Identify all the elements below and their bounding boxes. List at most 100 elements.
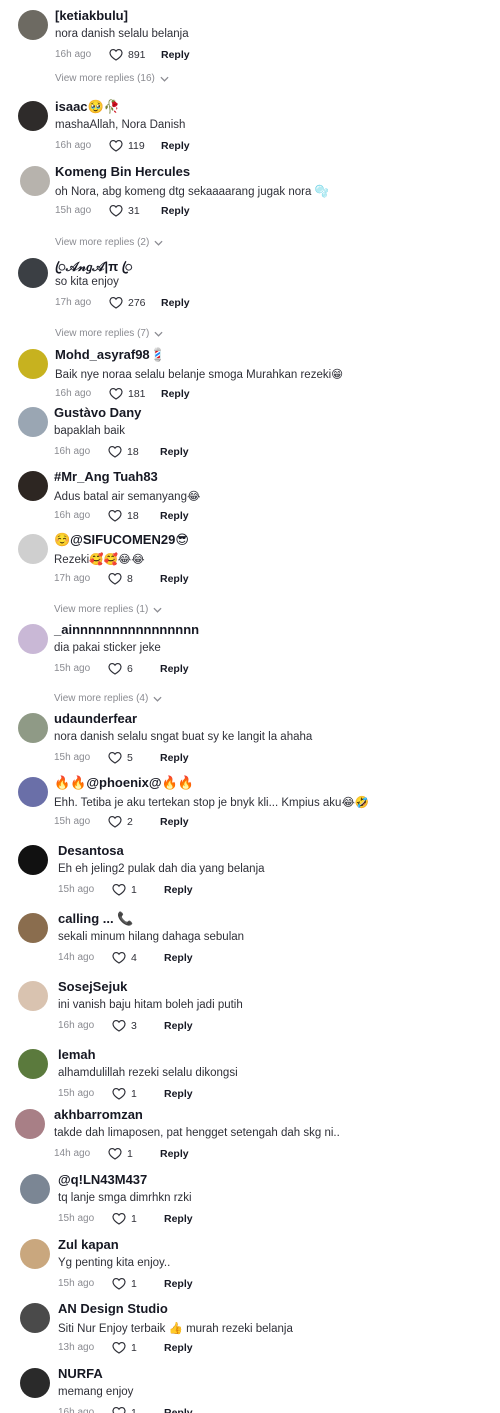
comment-timestamp: 15h ago [58, 1088, 95, 1099]
comment-username[interactable]: Zul kapan [58, 1237, 119, 1252]
reply-button[interactable]: Reply [160, 752, 189, 764]
comment-meta: 15h ago 5 Reply [54, 751, 189, 764]
like-button[interactable]: 276 [109, 296, 161, 309]
comment-username[interactable]: isaac🥹🥀 [55, 99, 120, 115]
reply-button[interactable]: Reply [164, 1020, 193, 1032]
view-more-replies-button[interactable]: View more replies (4) [54, 693, 162, 704]
avatar[interactable] [15, 1109, 45, 1139]
like-button[interactable]: 5 [108, 751, 160, 764]
heart-icon [109, 296, 123, 309]
reply-button[interactable]: Reply [160, 816, 189, 828]
avatar[interactable] [18, 777, 48, 807]
avatar[interactable] [20, 1368, 50, 1398]
reply-button[interactable]: Reply [160, 510, 189, 522]
avatar[interactable] [18, 624, 48, 654]
comment-timestamp: 16h ago [54, 446, 91, 457]
view-more-replies-button[interactable]: View more replies (16) [55, 73, 169, 84]
chevron-down-icon [160, 76, 169, 82]
like-button[interactable]: 1 [112, 883, 164, 896]
avatar[interactable] [18, 981, 48, 1011]
avatar[interactable] [18, 258, 48, 288]
reply-button[interactable]: Reply [161, 205, 190, 217]
comment-timestamp: 16h ago [58, 1020, 95, 1031]
like-button[interactable]: 31 [109, 204, 161, 217]
reply-button[interactable]: Reply [161, 388, 190, 400]
reply-button[interactable]: Reply [161, 140, 190, 152]
view-more-replies-button[interactable]: View more replies (2) [55, 237, 163, 248]
like-button[interactable]: 1 [112, 1277, 164, 1290]
like-button[interactable]: 8 [108, 572, 160, 585]
comment-username[interactable]: ☺️@SIFUCOMEN29😎 [54, 532, 189, 548]
like-button[interactable]: 891 [109, 48, 161, 61]
avatar[interactable] [18, 349, 48, 379]
reply-button[interactable]: Reply [160, 573, 189, 585]
comment-username[interactable]: Desantosa [58, 843, 124, 858]
reply-button[interactable]: Reply [164, 952, 193, 964]
comment-username[interactable]: 🔥🔥@phoenix@🔥🔥 [54, 775, 194, 791]
avatar[interactable] [18, 407, 48, 437]
like-button[interactable]: 1 [108, 1147, 160, 1160]
comment-username[interactable]: SosejSejuk [58, 979, 127, 994]
reply-button[interactable]: Reply [161, 297, 190, 309]
comment-username[interactable]: AN Design Studio [58, 1301, 168, 1316]
comment-item: ꦿ𝒜𝓃𝑔𝒜|π ꦿ so kita enjoy 17h ago 276 Reply [0, 256, 500, 316]
reply-button[interactable]: Reply [164, 1088, 193, 1100]
view-more-replies-button[interactable]: View more replies (7) [55, 328, 163, 339]
heart-icon [108, 1147, 122, 1160]
comment-username[interactable]: Komeng Bin Hercules [55, 164, 190, 179]
reply-button[interactable]: Reply [161, 49, 190, 61]
comment-text: alhamdulillah rezeki selalu dikongsi [58, 1067, 238, 1079]
comment-username[interactable]: Gustàvo Dany [54, 405, 141, 420]
like-button[interactable]: 6 [108, 662, 160, 675]
comment-timestamp: 15h ago [54, 752, 91, 763]
reply-button[interactable]: Reply [164, 1407, 193, 1413]
like-button[interactable]: 2 [108, 815, 160, 828]
comment-username[interactable]: @q!LN43M437 [58, 1172, 147, 1187]
comment-username[interactable]: calling ... 📞 [58, 911, 133, 927]
comment-username[interactable]: [ketiakbulu] [55, 8, 128, 23]
comment-username[interactable]: udaunderfear [54, 711, 137, 726]
like-button[interactable]: 1 [112, 1406, 164, 1413]
reply-button[interactable]: Reply [164, 1342, 193, 1354]
reply-button[interactable]: Reply [164, 1213, 193, 1225]
avatar[interactable] [18, 101, 48, 131]
like-button[interactable]: 4 [112, 951, 164, 964]
avatar[interactable] [18, 913, 48, 943]
like-button[interactable]: 18 [108, 509, 160, 522]
reply-button[interactable]: Reply [164, 1278, 193, 1290]
avatar[interactable] [18, 534, 48, 564]
comment-username[interactable]: #Mr_Ang Tuah83 [54, 469, 158, 484]
avatar[interactable] [20, 1239, 50, 1269]
reply-button[interactable]: Reply [160, 1148, 189, 1160]
reply-button[interactable]: Reply [160, 446, 189, 458]
like-button[interactable]: 1 [112, 1212, 164, 1225]
avatar[interactable] [18, 471, 48, 501]
comment-username[interactable]: akhbarromzan [54, 1107, 143, 1122]
avatar[interactable] [18, 713, 48, 743]
comment-item: akhbarromzan takde dah limaposen, pat hen… [0, 1107, 500, 1167]
heart-icon [108, 751, 122, 764]
like-count: 2 [127, 815, 133, 828]
like-button[interactable]: 181 [109, 387, 161, 400]
like-button[interactable]: 18 [108, 445, 160, 458]
heart-icon [112, 1277, 126, 1290]
reply-button[interactable]: Reply [164, 884, 193, 896]
avatar[interactable] [18, 1049, 48, 1079]
like-button[interactable]: 1 [112, 1087, 164, 1100]
like-button[interactable]: 3 [112, 1019, 164, 1032]
comment-username[interactable]: NURFA [58, 1366, 103, 1381]
comment-username[interactable]: lemah [58, 1047, 96, 1062]
avatar[interactable] [18, 10, 48, 40]
comment-username[interactable]: _ainnnnnnnnnnnnnnnn [54, 622, 199, 637]
comment-username[interactable]: Mohd_asyraf98💈 [55, 347, 166, 363]
avatar[interactable] [20, 166, 50, 196]
like-button[interactable]: 1 [112, 1341, 164, 1354]
avatar[interactable] [20, 1174, 50, 1204]
comment-meta: 15h ago 6 Reply [54, 662, 189, 675]
avatar[interactable] [20, 1303, 50, 1333]
reply-button[interactable]: Reply [160, 663, 189, 675]
like-button[interactable]: 119 [109, 139, 161, 152]
avatar[interactable] [18, 845, 48, 875]
comment-text: Ehh. Tetiba je aku tertekan stop je bnyk… [54, 797, 370, 809]
view-more-replies-button[interactable]: View more replies (1) [54, 604, 162, 615]
